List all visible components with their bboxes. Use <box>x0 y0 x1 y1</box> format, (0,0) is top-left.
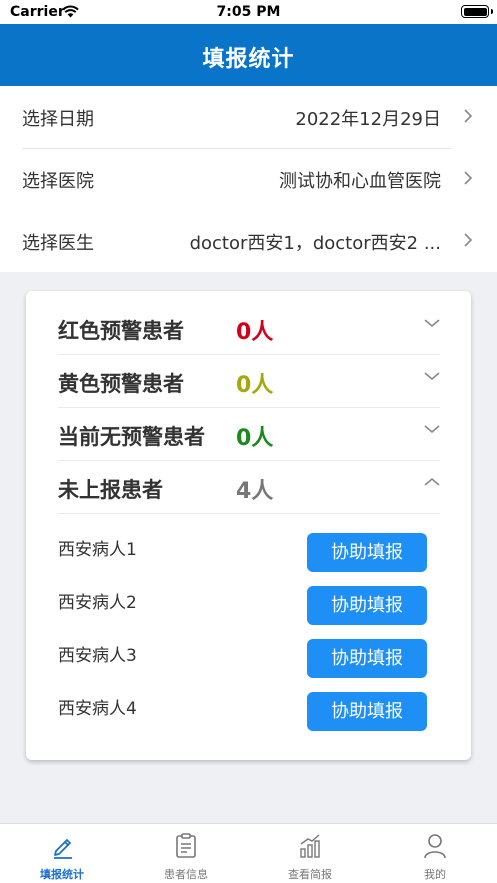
group-label: 当前无预警患者 <box>58 425 205 449</box>
date-selector[interactable]: 选择日期 2022年12月29日 <box>0 86 497 148</box>
tab-label: 患者信息 <box>164 868 208 881</box>
patient-name: 西安病人2 <box>58 593 137 613</box>
tab-patient-info[interactable]: 患者信息 <box>124 824 248 883</box>
group-label: 未上报患者 <box>58 478 163 502</box>
patient-row: 西安病人3 协助填报 <box>58 639 428 679</box>
filter-panel: 选择日期 2022年12月29日 选择医院 测试协和心血管医院 选择医生 doc… <box>0 86 497 272</box>
group-not-reported[interactable]: 未上报患者 4人 <box>58 461 440 514</box>
hospital-selector-label: 选择医院 <box>22 171 94 192</box>
patient-name: 西安病人4 <box>58 699 137 719</box>
group-no-warning[interactable]: 当前无预警患者 0人 <box>58 408 440 461</box>
doctor-selector-label: 选择医生 <box>22 233 94 254</box>
tab-label: 查看简报 <box>288 868 332 881</box>
patient-row: 西安病人2 协助填报 <box>58 586 428 626</box>
chevron-down-icon[interactable] <box>424 424 440 434</box>
nav-header: 填报统计 <box>0 24 497 86</box>
tab-report-stats[interactable]: 填报统计 <box>0 824 124 883</box>
status-bar: Carrier 7:05 PM <box>0 0 497 24</box>
assist-report-button[interactable]: 协助填报 <box>307 692 427 731</box>
tab-label: 填报统计 <box>40 868 84 881</box>
page-title: 填报统计 <box>202 47 295 72</box>
chevron-down-icon[interactable] <box>424 318 440 328</box>
assist-report-button[interactable]: 协助填报 <box>307 533 427 572</box>
group-label: 黄色预警患者 <box>58 372 184 396</box>
clipboard-icon <box>176 833 196 858</box>
battery-icon <box>461 5 493 18</box>
patient-name: 西安病人3 <box>58 646 137 666</box>
person-icon <box>424 834 446 859</box>
group-count: 0人 <box>236 426 274 451</box>
assist-report-button[interactable]: 协助填报 <box>307 639 427 678</box>
patient-row: 西安病人4 协助填报 <box>58 692 428 732</box>
doctor-selector[interactable]: 选择医生 doctor西安1，doctor西安2 ... <box>0 210 497 272</box>
tab-view-brief[interactable]: 查看简报 <box>248 824 372 883</box>
group-yellow-warning[interactable]: 黄色预警患者 0人 <box>58 355 440 408</box>
warning-summary-card: 红色预警患者 0人 黄色预警患者 0人 当前无预警患者 0人 未上报患者 4人 … <box>26 291 471 760</box>
patient-name: 西安病人1 <box>58 540 137 560</box>
doctor-selector-value: doctor西安1，doctor西安2 ... <box>189 233 441 254</box>
chevron-right-icon <box>464 171 473 185</box>
group-count: 0人 <box>236 320 274 345</box>
tab-mine[interactable]: 我的 <box>373 824 497 883</box>
group-red-warning[interactable]: 红色预警患者 0人 <box>58 302 440 355</box>
date-selector-label: 选择日期 <box>22 109 94 130</box>
date-selector-value: 2022年12月29日 <box>295 109 441 130</box>
hospital-selector-value: 测试协和心血管医院 <box>279 171 441 192</box>
edit-icon <box>54 839 72 859</box>
patient-row: 西安病人1 协助填报 <box>58 533 428 573</box>
divider <box>58 513 440 514</box>
chevron-right-icon <box>464 233 473 247</box>
assist-report-button[interactable]: 协助填报 <box>307 586 427 625</box>
bar-chart-icon <box>300 834 320 858</box>
chevron-down-icon[interactable] <box>424 371 440 381</box>
tab-bar: 填报统计 患者信息 查看简报 我的 <box>0 823 497 883</box>
group-count: 0人 <box>236 373 274 398</box>
hospital-selector[interactable]: 选择医院 测试协和心血管医院 <box>0 148 497 210</box>
clock: 7:05 PM <box>216 4 281 20</box>
chevron-right-icon <box>464 109 473 123</box>
group-count: 4人 <box>236 479 274 504</box>
group-label: 红色预警患者 <box>58 319 184 343</box>
tab-label: 我的 <box>424 868 446 881</box>
chevron-up-icon[interactable] <box>424 477 440 487</box>
